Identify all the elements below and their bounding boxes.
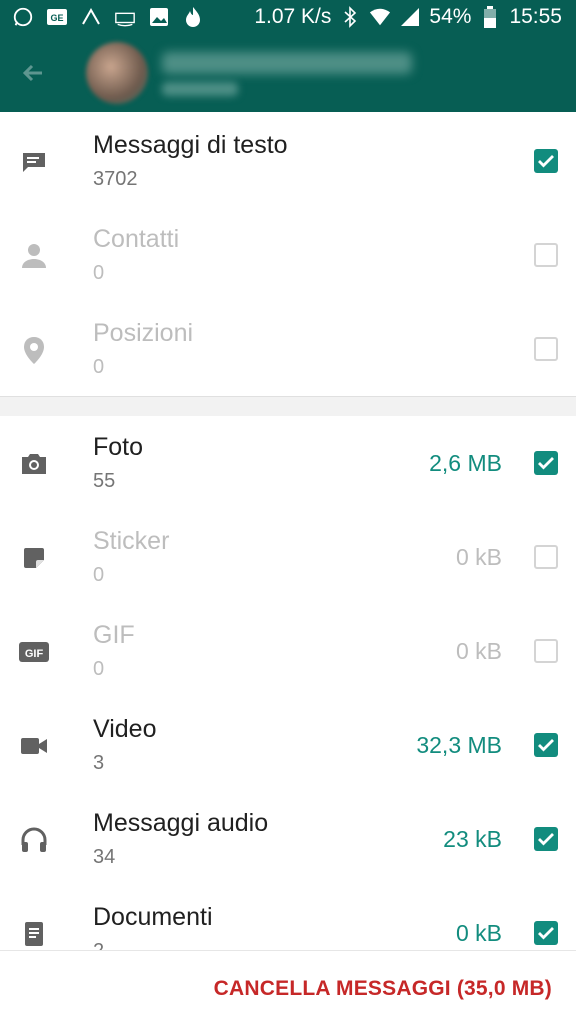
item-label: Foto <box>93 433 144 461</box>
item-size: 0 kB <box>455 638 502 664</box>
item-label: Messaggi audio <box>93 809 269 837</box>
list-item-photos[interactable]: Foto 55 2,6 MB <box>0 415 576 509</box>
wifi-icon <box>369 6 391 28</box>
item-count: 34 <box>93 846 116 868</box>
avatar[interactable] <box>86 42 148 104</box>
fire-icon <box>182 6 204 28</box>
camera-icon <box>18 448 50 480</box>
bluetooth-icon <box>339 6 361 28</box>
sticker-icon <box>18 542 50 574</box>
svg-text:GIF: GIF <box>25 648 44 660</box>
item-label: Contatti <box>93 225 180 253</box>
section-divider <box>0 396 576 416</box>
list-item-contacts[interactable]: Contatti 0 <box>0 207 576 301</box>
item-label: Messaggi di testo <box>93 131 288 159</box>
app-bar <box>0 34 576 112</box>
svg-text:GE: GE <box>50 13 63 23</box>
ge-icon: GE <box>46 6 68 28</box>
list-item-audio[interactable]: Messaggi audio 34 23 kB <box>0 791 576 885</box>
item-label: Posizioni <box>93 319 194 347</box>
document-icon <box>18 918 50 950</box>
checkbox-contacts[interactable] <box>534 243 558 267</box>
item-count: 0 <box>93 564 105 586</box>
gif-icon: GIF <box>18 636 50 668</box>
item-count: 55 <box>93 470 116 492</box>
network-speed: 1.07 K/s <box>254 5 332 28</box>
list-item-locations[interactable]: Posizioni 0 <box>0 301 576 395</box>
checkbox-messages[interactable] <box>534 149 558 173</box>
headphones-icon <box>18 824 50 856</box>
checkbox-locations[interactable] <box>534 337 558 361</box>
checkbox-videos[interactable] <box>534 733 558 757</box>
contact-subtitle-blurred <box>162 82 238 96</box>
battery-percent: 54% <box>429 5 472 28</box>
checkbox-documents[interactable] <box>534 921 558 945</box>
item-count: 3702 <box>93 168 138 190</box>
checkbox-stickers[interactable] <box>534 545 558 569</box>
checkbox-gif[interactable] <box>534 639 558 663</box>
item-label: Sticker <box>93 527 170 555</box>
list-item-messages[interactable]: Messaggi di testo 3702 <box>0 113 576 207</box>
item-count: 0 <box>93 658 105 680</box>
item-count: 0 <box>93 356 105 378</box>
whatsapp-icon <box>12 6 34 28</box>
list-item-gif[interactable]: GIF GIF 0 0 kB <box>0 603 576 697</box>
list-item-stickers[interactable]: Sticker 0 0 kB <box>0 509 576 603</box>
video-camera-icon <box>18 730 50 762</box>
amazon-icon <box>114 6 136 28</box>
item-size: 23 kB <box>443 826 502 852</box>
checkbox-photos[interactable] <box>534 451 558 475</box>
item-count: 3 <box>93 752 105 774</box>
item-size: 32,3 MB <box>416 732 502 758</box>
item-size: 0 kB <box>455 544 502 570</box>
person-icon <box>18 240 50 272</box>
contact-name-blurred <box>162 52 412 74</box>
item-label: GIF <box>93 621 135 649</box>
image-icon <box>148 6 170 28</box>
checkbox-audio[interactable] <box>534 827 558 851</box>
battery-icon <box>479 6 501 28</box>
item-size: 0 kB <box>455 920 502 946</box>
item-count: 0 <box>93 262 105 284</box>
arrow-back-icon[interactable] <box>20 60 46 86</box>
location-pin-icon <box>18 334 50 366</box>
delete-messages-button[interactable]: CANCELLA MESSAGGI (35,0 MB) <box>214 977 552 1001</box>
message-icon <box>18 146 50 178</box>
item-label: Video <box>93 715 157 743</box>
clock: 15:55 <box>509 5 562 28</box>
amazon-icon <box>80 6 102 28</box>
bottom-action-bar: CANCELLA MESSAGGI (35,0 MB) <box>0 950 576 1025</box>
status-bar: GE 1.07 K/s 54% 15:55 <box>0 0 576 34</box>
item-label: Documenti <box>93 903 213 931</box>
item-size: 2,6 MB <box>429 450 502 476</box>
list-item-videos[interactable]: Video 3 32,3 MB <box>0 697 576 791</box>
signal-icon <box>399 6 421 28</box>
